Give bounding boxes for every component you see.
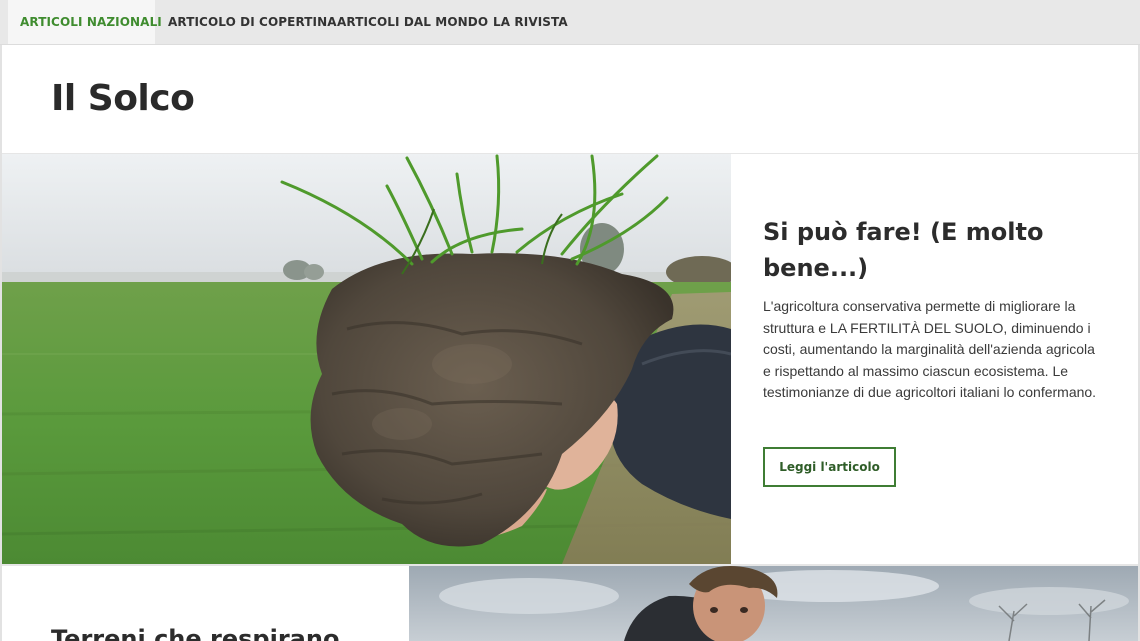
- tab-la-rivista[interactable]: LA RIVISTA: [493, 0, 568, 44]
- featured-article-image[interactable]: [2, 154, 731, 564]
- tab-articolo-di-copertina[interactable]: ARTICOLO DI COPERTINA: [168, 0, 337, 44]
- read-article-button[interactable]: Leggi l'articolo: [763, 447, 896, 487]
- tab-articoli-dal-mondo[interactable]: ARTICOLI DAL MONDO: [337, 0, 488, 44]
- featured-article-excerpt: L'agricoltura conservativa permette di m…: [763, 298, 1097, 400]
- top-navigation: ARTICOLI NAZIONALI ARTICOLO DI COPERTINA…: [0, 0, 1140, 45]
- second-article-title[interactable]: Terreni che respirano: [51, 624, 381, 641]
- second-article-image[interactable]: [409, 566, 1138, 641]
- site-title[interactable]: Il Solco: [51, 78, 195, 119]
- tab-articoli-nazionali[interactable]: ARTICOLI NAZIONALI: [8, 0, 162, 44]
- featured-article-title[interactable]: Si può fare! (E molto bene...): [763, 214, 1103, 286]
